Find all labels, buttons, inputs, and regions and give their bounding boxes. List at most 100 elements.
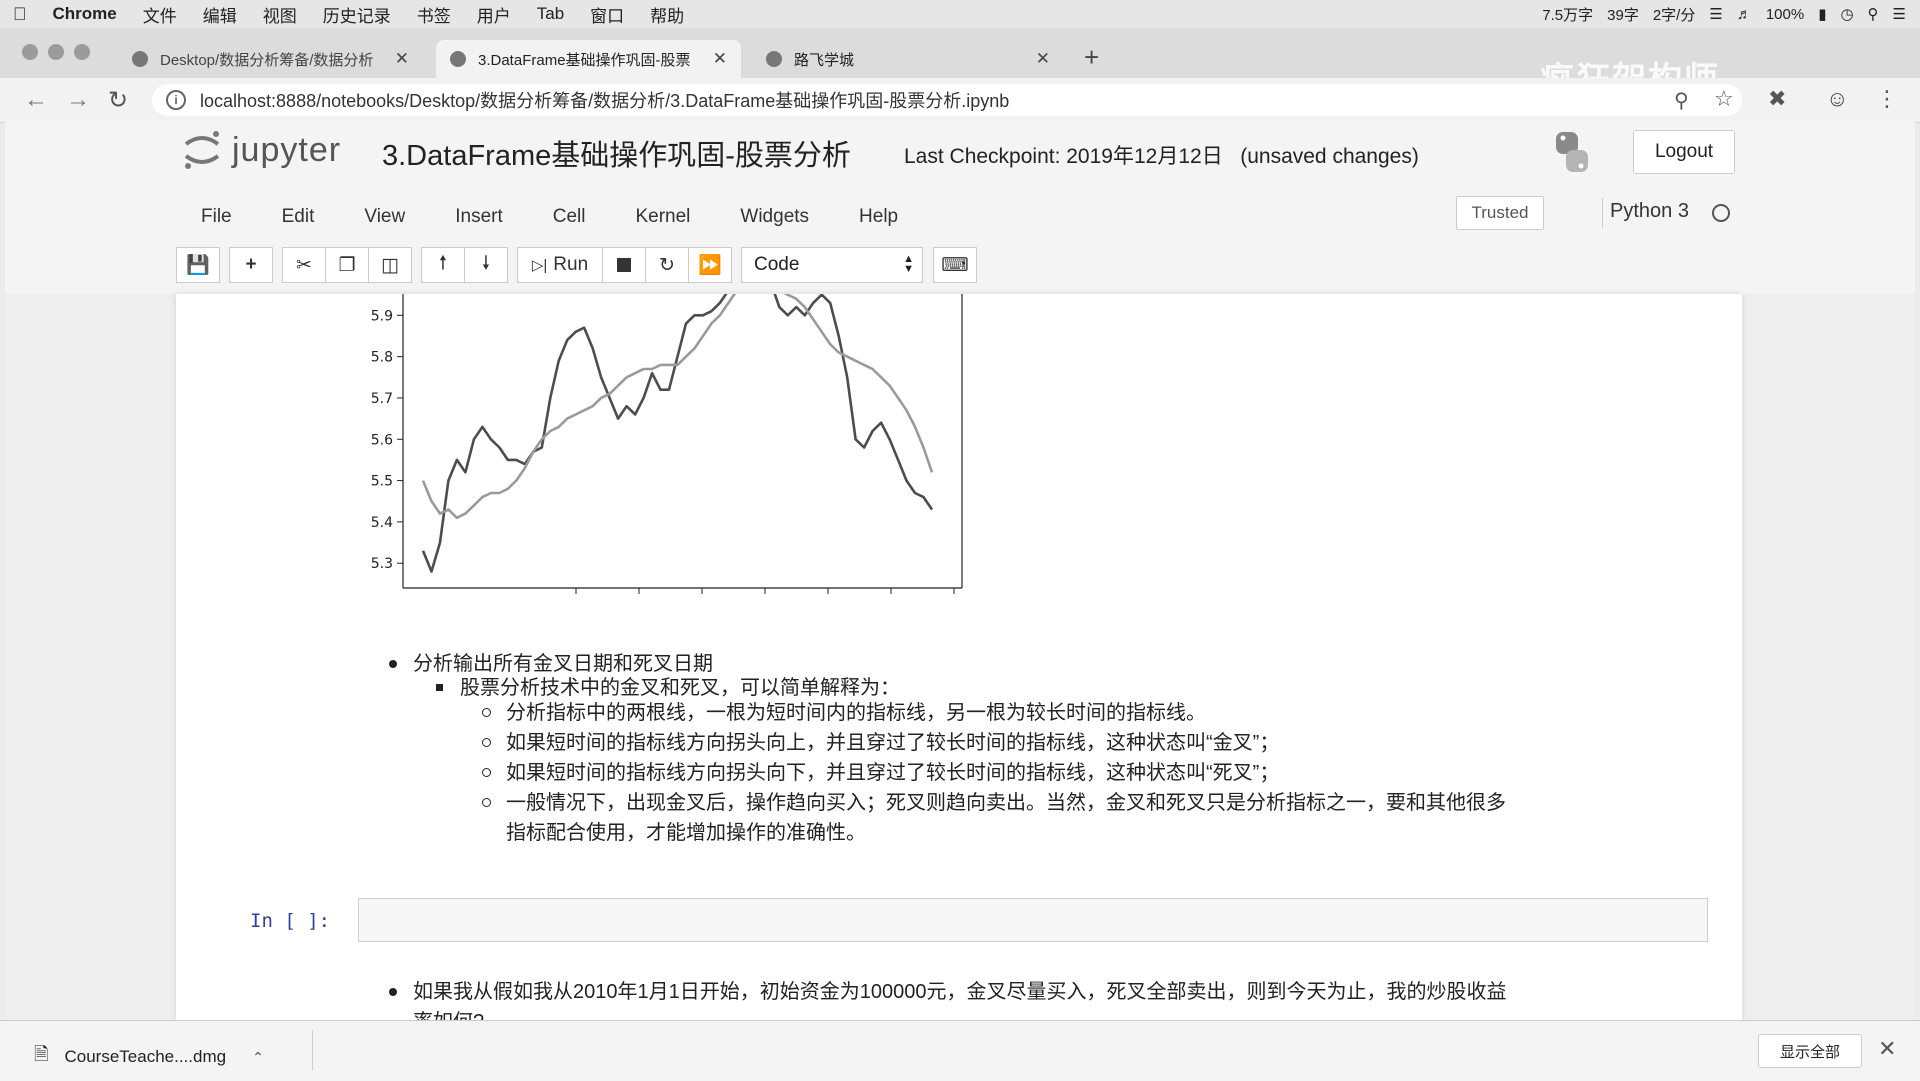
trusted-indicator[interactable]: Trusted xyxy=(1456,196,1544,230)
download-bar xyxy=(0,1020,1920,1081)
copy-button[interactable]: ❐ xyxy=(325,247,369,283)
tab-luffycity[interactable]: 路飞学城 ✕ xyxy=(752,40,1064,78)
chevron-up-icon[interactable]: ⌃ xyxy=(252,1049,264,1066)
copy-icon: ❐ xyxy=(338,254,356,276)
bullet-square xyxy=(436,684,443,691)
menu-help[interactable]: 帮助 xyxy=(637,2,697,27)
tab-desktop[interactable]: Desktop/数据分析筹备/数据分析 ✕ xyxy=(118,40,423,78)
move-down-button[interactable]: 🠗 xyxy=(464,247,508,283)
apple-icon[interactable]:  xyxy=(0,4,40,25)
profile-icon[interactable]: ☺ xyxy=(1826,86,1848,112)
list-icon[interactable]: ☰ xyxy=(1893,5,1906,23)
jupyter-logo[interactable]: jupyter xyxy=(180,128,341,172)
series-line-1 xyxy=(421,294,934,520)
download-filename: CourseTeache....dmg xyxy=(64,1047,227,1066)
cell-type-select[interactable]: Code ▲ ▼ xyxy=(741,247,923,283)
menu-edit[interactable]: 编辑 xyxy=(190,2,250,27)
menu-view[interactable]: View xyxy=(364,206,405,228)
run-button[interactable]: ▷| Run xyxy=(517,247,603,283)
paste-button[interactable]: ◫ xyxy=(368,247,412,283)
md-bullet-backtest: 如果我从假如我从2010年1月1日开始，初始资金为100000元，金叉尽量买入，… xyxy=(413,981,1507,1003)
select-arrows-icon: ▲ ▼ xyxy=(903,253,914,275)
bookmark-star-icon[interactable]: ☆ xyxy=(1714,86,1734,112)
menu-history[interactable]: 历史记录 xyxy=(310,2,404,27)
tab-close-icon[interactable]: ✕ xyxy=(395,49,409,69)
download-item[interactable]: 🗎 CourseTeache....dmg ⌃ xyxy=(34,1042,264,1072)
wifi-icon[interactable]: ☰ xyxy=(1709,5,1722,23)
kernel-name[interactable]: Python 3 xyxy=(1610,200,1689,223)
minimize-window-dot[interactable] xyxy=(48,44,64,60)
menu-edit[interactable]: Edit xyxy=(282,206,315,228)
tab-close-icon[interactable]: ✕ xyxy=(1036,49,1050,69)
menu-cell[interactable]: Cell xyxy=(553,206,586,228)
menu-bookmarks[interactable]: 书签 xyxy=(404,2,464,27)
new-tab-button[interactable]: + xyxy=(1084,42,1099,73)
cell-prompt: In [ ]: xyxy=(250,910,331,932)
tab-close-icon[interactable]: ✕ xyxy=(713,49,727,69)
notebook-title[interactable]: 3.DataFrame基础操作巩固-股票分析 xyxy=(382,132,851,174)
y-tick-label: 5.6 xyxy=(371,432,393,448)
notebook-page: 5.35.45.55.65.75.85.92001-122002-012002-… xyxy=(176,294,1742,1020)
url-text: localhost:8888/notebooks/Desktop/数据分析筹备/… xyxy=(200,91,1010,111)
code-input-cell[interactable] xyxy=(358,898,1708,942)
plus-icon: + xyxy=(245,254,257,275)
kernel-status-icon xyxy=(1712,204,1730,222)
cut-button[interactable]: ✂ xyxy=(282,247,326,283)
y-tick-label: 5.7 xyxy=(371,391,393,407)
reload-icon[interactable]: ↻ xyxy=(108,86,128,115)
command-palette-button[interactable]: ⌨ xyxy=(933,247,977,283)
restart-kernel-button[interactable]: ↻ xyxy=(645,247,689,283)
search-icon[interactable]: ⚲ xyxy=(1868,5,1879,23)
bullet-circle xyxy=(482,798,491,807)
bullet-circle xyxy=(482,768,491,777)
insert-cell-button[interactable]: + xyxy=(229,247,273,283)
menu-tab[interactable]: Tab xyxy=(524,4,577,24)
forward-arrow-icon[interactable]: → xyxy=(66,86,90,114)
run-label: Run xyxy=(553,254,589,275)
menu-window[interactable]: 窗口 xyxy=(577,2,637,27)
close-icon[interactable]: ✕ xyxy=(1878,1036,1896,1062)
menu-file[interactable]: 文件 xyxy=(130,2,190,27)
restart-run-all-button[interactable]: ⏩ xyxy=(688,247,732,283)
battery-status: 100% xyxy=(1765,5,1805,23)
menu-view[interactable]: 视图 xyxy=(250,2,310,27)
menu-widgets[interactable]: Widgets xyxy=(740,206,809,228)
close-window-dot[interactable] xyxy=(22,44,38,60)
volume-icon[interactable]: ♬ xyxy=(1737,6,1752,23)
tab-favicon-icon xyxy=(132,51,148,67)
y-tick-label: 5.3 xyxy=(371,556,393,572)
mac-menu-bar:  Chrome 文件 编辑 视图 历史记录 书签 用户 Tab 窗口 帮助 7… xyxy=(0,0,1920,29)
zoom-icon[interactable]: ⚲ xyxy=(1674,88,1689,113)
menu-file[interactable]: File xyxy=(201,206,232,228)
menu-kernel[interactable]: Kernel xyxy=(635,206,690,228)
battery-icon[interactable]: ▮ xyxy=(1818,5,1826,23)
app-menu-chrome[interactable]: Chrome xyxy=(40,4,130,24)
clock-icon[interactable]: ◷ xyxy=(1840,5,1853,23)
save-button[interactable]: 💾 xyxy=(176,247,220,283)
extension-icon[interactable]: ✖ xyxy=(1768,86,1786,112)
zoom-window-dot[interactable] xyxy=(74,44,90,60)
menu-insert[interactable]: Insert xyxy=(455,206,503,228)
back-arrow-icon[interactable]: ← xyxy=(24,86,48,114)
show-all-button[interactable]: 显示全部 xyxy=(1758,1034,1862,1068)
divider xyxy=(1602,198,1603,228)
series-line-0 xyxy=(421,294,934,573)
tab-notebook[interactable]: 3.DataFrame基础操作巩固-股票 ✕ xyxy=(436,40,741,78)
tab-title: 路飞学城 xyxy=(794,51,855,69)
restart-icon: ↻ xyxy=(659,254,675,276)
interrupt-button[interactable] xyxy=(602,247,646,283)
cell-type-value: Code xyxy=(754,254,800,275)
url-field[interactable]: i localhost:8888/notebooks/Desktop/数据分析筹… xyxy=(152,84,1742,116)
word-count-status: 7.5万字 xyxy=(1542,6,1594,24)
arrow-down-icon: 🠗 xyxy=(481,253,491,274)
scissors-icon: ✂ xyxy=(296,254,312,276)
logout-button[interactable]: Logout xyxy=(1633,130,1735,174)
move-up-button[interactable]: 🠕 xyxy=(421,247,465,283)
menu-user[interactable]: 用户 xyxy=(464,2,524,27)
menu-help[interactable]: Help xyxy=(859,206,898,228)
speed-status: 2字/分 xyxy=(1652,6,1696,24)
site-info-icon[interactable]: i xyxy=(166,90,186,110)
status-area: 7.5万字 39字 2字/分 ☰ ♬ 100% ▮ ◷ ⚲ ☰ xyxy=(1542,0,1906,28)
more-menu-icon[interactable]: ⋮ xyxy=(1876,86,1898,112)
tab-title: 3.DataFrame基础操作巩固-股票 xyxy=(478,51,691,69)
